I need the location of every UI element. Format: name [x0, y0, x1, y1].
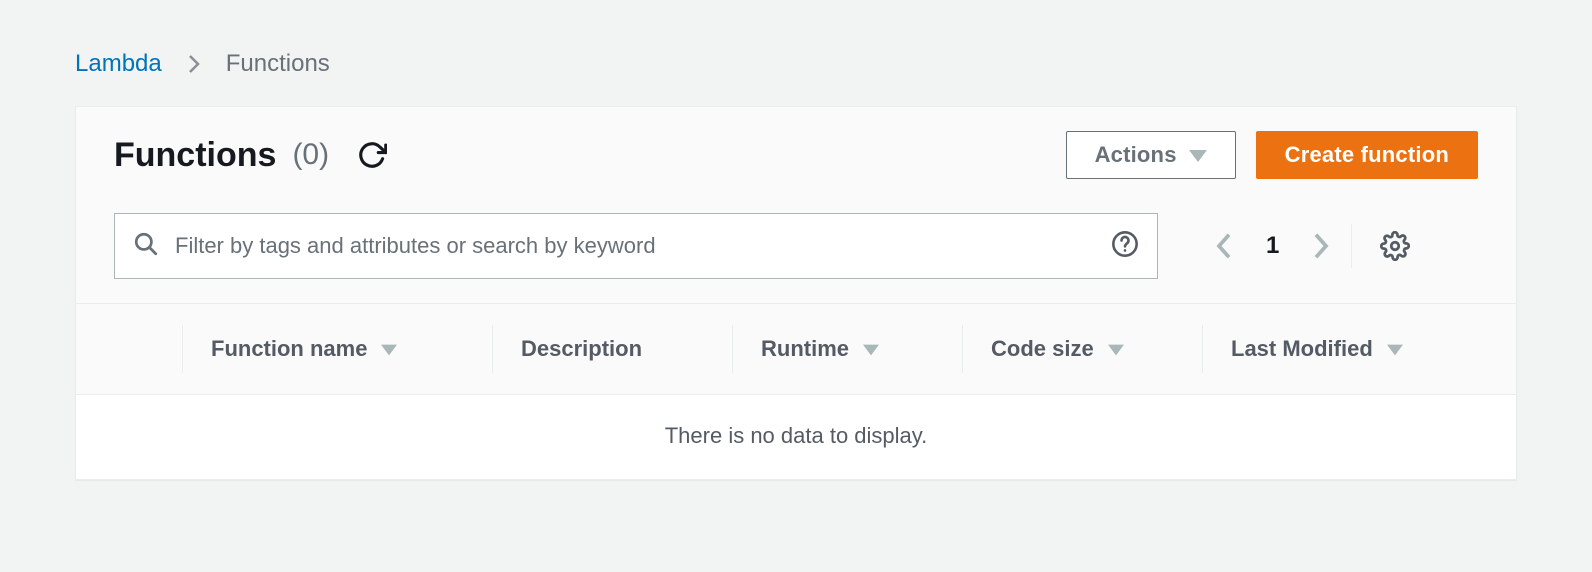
- next-page-button[interactable]: [1311, 231, 1331, 261]
- column-description-label: Description: [521, 336, 642, 362]
- column-function-name-label: Function name: [211, 336, 367, 362]
- create-function-button[interactable]: Create function: [1256, 131, 1478, 179]
- breadcrumb-root-link[interactable]: Lambda: [75, 50, 162, 78]
- sort-icon: [1108, 336, 1124, 362]
- chevron-right-icon: [186, 52, 202, 76]
- column-last-modified-label: Last Modified: [1231, 336, 1373, 362]
- breadcrumb-current: Functions: [226, 50, 330, 78]
- toolbar: 1: [76, 197, 1516, 303]
- settings-button[interactable]: [1380, 231, 1410, 261]
- sort-icon: [381, 336, 397, 362]
- pagination: 1: [1214, 231, 1331, 261]
- sort-icon: [1387, 336, 1403, 362]
- page-number: 1: [1266, 232, 1279, 260]
- column-code-size[interactable]: Code size: [962, 325, 1202, 373]
- sort-icon: [863, 336, 879, 362]
- gear-icon: [1380, 231, 1410, 261]
- column-function-name[interactable]: Function name: [182, 325, 492, 373]
- column-select-all: [76, 325, 182, 373]
- column-description[interactable]: Description: [492, 325, 732, 373]
- caret-down-icon: [1189, 142, 1207, 168]
- actions-button-label: Actions: [1095, 142, 1177, 168]
- page-title: Functions: [114, 136, 276, 175]
- prev-page-button[interactable]: [1214, 231, 1234, 261]
- actions-button[interactable]: Actions: [1066, 131, 1236, 179]
- function-count: (0): [292, 138, 329, 172]
- column-runtime-label: Runtime: [761, 336, 849, 362]
- create-function-label: Create function: [1285, 142, 1449, 168]
- search-input[interactable]: [159, 233, 1111, 259]
- refresh-icon: [357, 140, 387, 170]
- empty-state: There is no data to display.: [76, 395, 1516, 479]
- search-container: [114, 213, 1158, 279]
- refresh-button[interactable]: [357, 140, 387, 170]
- column-code-size-label: Code size: [991, 336, 1094, 362]
- breadcrumb: Lambda Functions: [75, 50, 1517, 78]
- column-last-modified[interactable]: Last Modified: [1202, 325, 1516, 373]
- search-icon: [133, 231, 159, 262]
- functions-panel: Functions (0) Actions Create function: [75, 106, 1517, 480]
- column-runtime[interactable]: Runtime: [732, 325, 962, 373]
- table-header: Function name Description Runtime Code s…: [76, 303, 1516, 395]
- panel-header: Functions (0) Actions Create function: [76, 107, 1516, 197]
- help-icon[interactable]: [1111, 230, 1139, 263]
